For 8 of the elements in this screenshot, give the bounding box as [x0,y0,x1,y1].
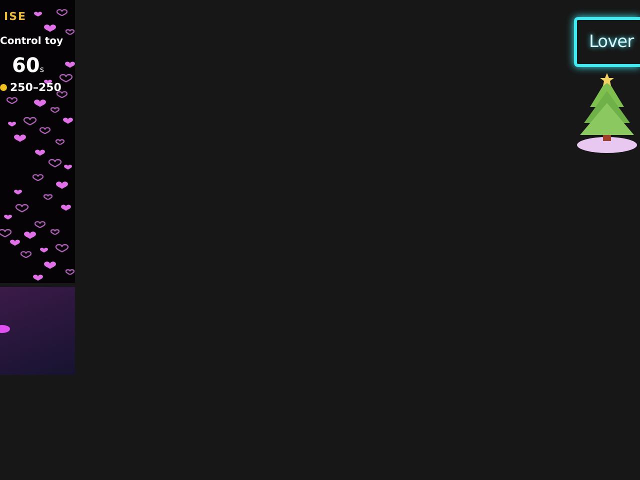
duration-value: 60 [12,53,40,77]
neon-text: Lover [589,32,634,52]
token-range: 250–250 [10,81,62,94]
christmas-tree-icon [576,73,638,155]
duration-unit: s [40,65,44,74]
panel-title: Control toy [0,36,63,47]
logo: ISE [4,10,27,23]
coin-icon [0,84,7,91]
